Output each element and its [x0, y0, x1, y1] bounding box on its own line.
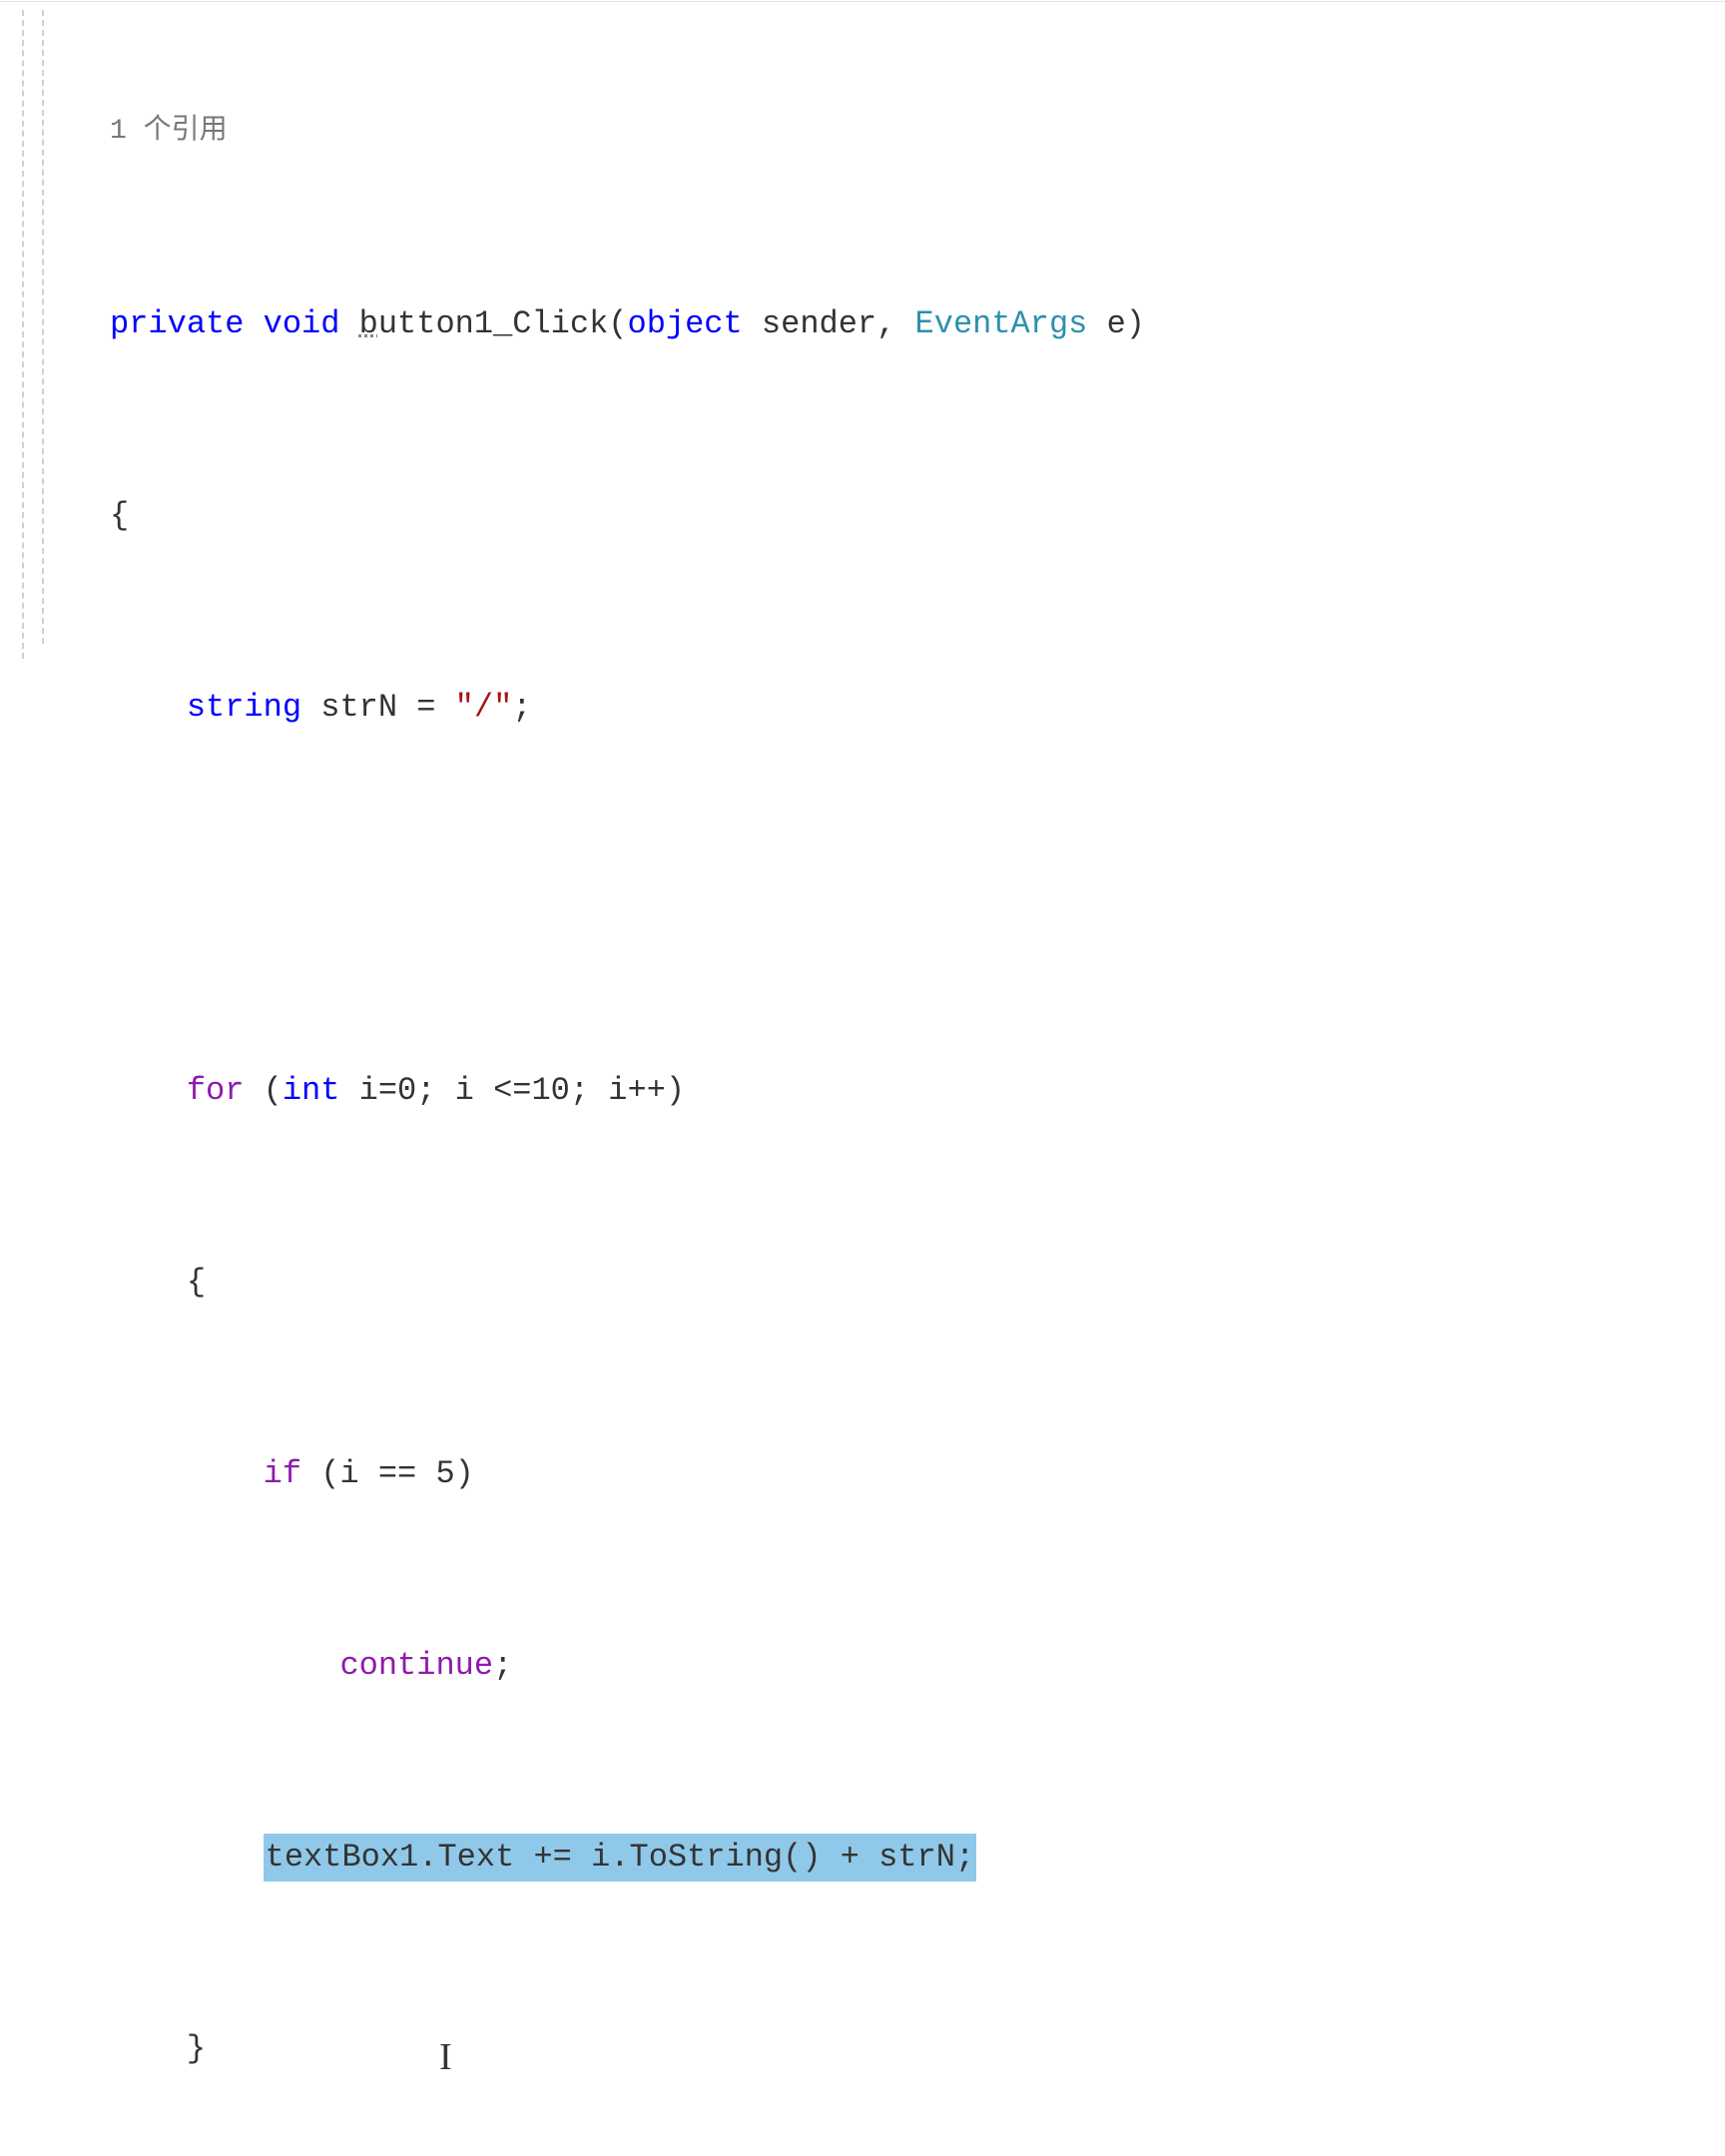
code-editor[interactable]: 1 个引用 private void button1_Click(object …: [0, 0, 1725, 2156]
keyword-object: object: [627, 305, 742, 342]
method-name-first-char: b: [359, 305, 378, 342]
type-eventargs: EventArgs: [915, 305, 1088, 342]
if-condition: (i == 5): [301, 1455, 474, 1492]
text-cursor-icon: I: [439, 2033, 452, 2081]
code-line-string-decl[interactable]: string strN = "/";: [110, 684, 1725, 732]
code-area[interactable]: 1 个引用 private void button1_Click(object …: [20, 15, 1725, 2156]
indent-guide-2: [42, 10, 44, 644]
indent-guide-1: [22, 10, 24, 659]
method-name-rest: utton1_Click: [378, 305, 608, 342]
code-line-for[interactable]: for (int i=0; i <=10; i++): [110, 1067, 1725, 1115]
code-line-if[interactable]: if (i == 5): [110, 1450, 1725, 1498]
param-e: e: [1087, 305, 1125, 342]
code-line-signature[interactable]: private void button1_Click(object sender…: [110, 300, 1725, 348]
selected-text[interactable]: textBox1.Text += i.ToString() + strN;: [264, 1834, 977, 1882]
code-line-for-open-brace[interactable]: {: [110, 1259, 1725, 1307]
keyword-continue: continue: [339, 1647, 493, 1684]
code-line-for-close-brace[interactable]: }I: [110, 2025, 1725, 2073]
code-line-blank[interactable]: [110, 875, 1725, 923]
keyword-if: if: [264, 1455, 301, 1492]
codelens-references[interactable]: 1 个引用: [110, 111, 1725, 157]
keyword-private: private: [110, 305, 244, 342]
string-literal: "/": [455, 689, 513, 726]
param-sender: sender: [743, 305, 876, 342]
keyword-string: string: [187, 689, 301, 726]
code-line-open-brace[interactable]: {: [110, 492, 1725, 540]
code-line-highlighted[interactable]: textBox1.Text += i.ToString() + strN;: [110, 1834, 1725, 1882]
keyword-void: void: [264, 305, 340, 342]
var-strN: strN: [301, 689, 416, 726]
code-line-continue[interactable]: continue;: [110, 1642, 1725, 1690]
